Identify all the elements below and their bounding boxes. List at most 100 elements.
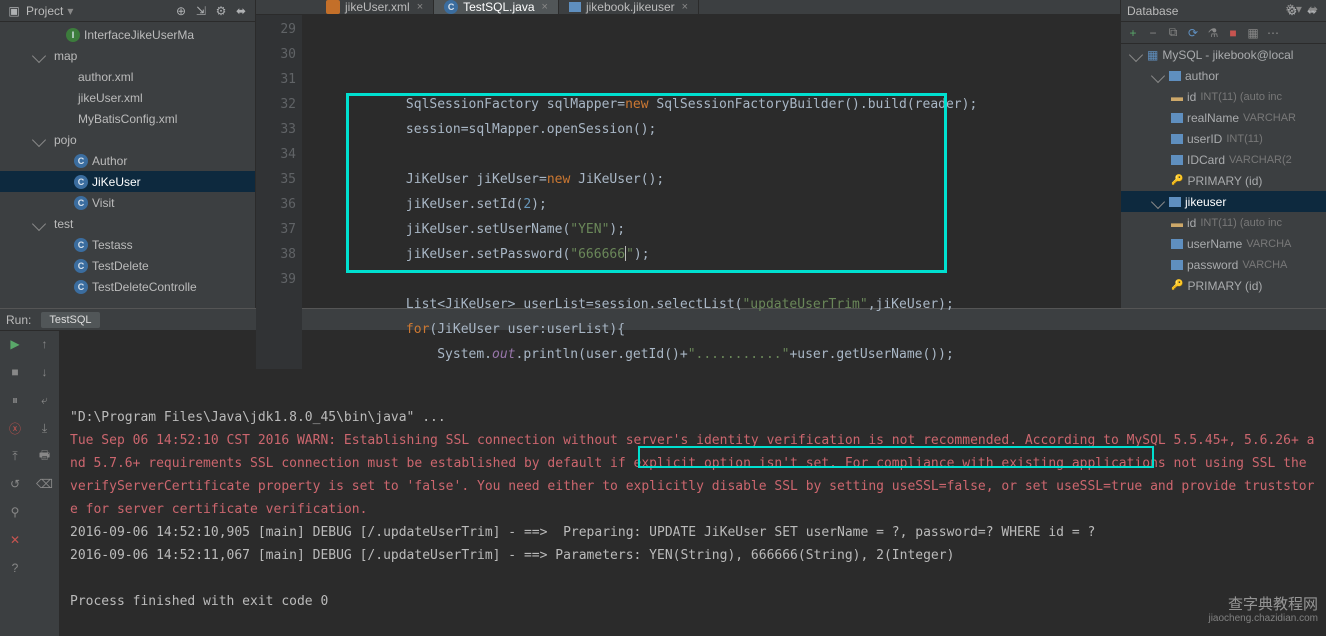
table-icon <box>1169 71 1181 81</box>
console-line: 2016-09-06 14:52:11,067 [main] DEBUG [/.… <box>70 544 1316 567</box>
column-icon <box>1171 155 1183 165</box>
run-panel: Run: TestSQL ⚙▾ ⬌ ▶ ■ ⏸ ⓧ ⤒ ↺ ⚲ ✕ ? ↑ ↓ … <box>0 308 1326 636</box>
exit-button[interactable]: ⓧ <box>6 419 24 437</box>
pause-button[interactable]: ⏸ <box>6 391 24 409</box>
editor-tab[interactable]: jikebook.jikeuser× <box>559 0 699 14</box>
scroll-icon[interactable]: ⇲ <box>193 3 209 19</box>
help-button[interactable]: ? <box>6 559 24 577</box>
stop-sync-icon[interactable]: ■ <box>1225 26 1241 40</box>
rerun-button[interactable]: ▶ <box>6 335 24 353</box>
tree-item[interactable]: MyBatisConfig.xml <box>0 108 255 129</box>
db-tree-item[interactable]: 🔑PRIMARY (id) <box>1121 275 1326 296</box>
project-panel-header: ▣ Project ▾ ⊕ ⇲ ⚙ ⬌ <box>0 0 255 22</box>
tree-item-label: pojo <box>54 133 77 147</box>
tree-item[interactable]: test <box>0 213 255 234</box>
database-toolbar: + − ⧉ ⟳ ⚗ ■ ▦ ⋯ <box>1121 22 1326 44</box>
pin-button[interactable]: ⚲ <box>6 503 24 521</box>
code-line: JiKeUser jiKeUser=new JiKeUser(); <box>312 167 1120 192</box>
chevron-down-icon <box>32 216 46 230</box>
db-tree-item[interactable]: IDCard VARCHAR(2 <box>1121 149 1326 170</box>
up-button[interactable]: ↑ <box>36 335 54 353</box>
primary-key-icon: 🔑 <box>1171 280 1183 291</box>
watermark-text: 查字典教程网 <box>1208 597 1318 614</box>
dump-button[interactable]: ⤒ <box>6 447 24 465</box>
scroll-end-button[interactable]: ⤓ <box>36 419 54 437</box>
watermark-url: jiaocheng.chazidian.com <box>1208 613 1318 624</box>
console-icon[interactable]: ▦ <box>1245 26 1261 40</box>
run-settings-icon[interactable]: ⚙▾ <box>1285 2 1302 16</box>
line-number: 30 <box>256 42 296 67</box>
db-item-label: PRIMARY (id) <box>1187 174 1262 188</box>
tree-item[interactable]: CVisit <box>0 192 255 213</box>
collapse-icon[interactable]: ⊕ <box>173 3 189 19</box>
chevron-down-icon <box>1129 47 1143 61</box>
code-line <box>312 267 1120 292</box>
tree-item[interactable]: CTestDelete <box>0 255 255 276</box>
db-tree-item[interactable]: ▬id INT(11) (auto inc <box>1121 212 1326 233</box>
project-tree: IInterfaceJikeUserMamapauthor.xmljikeUse… <box>0 22 255 299</box>
db-tree-item[interactable]: ▬id INT(11) (auto inc <box>1121 86 1326 107</box>
refresh-icon[interactable]: ⟳ <box>1185 26 1201 40</box>
db-tree-item[interactable]: userID INT(11) <box>1121 128 1326 149</box>
stop-button[interactable]: ■ <box>6 363 24 381</box>
run-tab[interactable]: TestSQL <box>41 312 99 328</box>
tree-item[interactable]: jikeUser.xml <box>0 87 255 108</box>
close-tab-icon[interactable]: × <box>417 1 423 13</box>
code-line: jiKeUser.setUserName("YEN"); <box>312 217 1120 242</box>
xml-file-icon <box>326 0 340 14</box>
dropdown-icon[interactable]: ▾ <box>67 4 73 18</box>
hide-icon[interactable]: ⬌ <box>233 3 249 19</box>
filter-icon[interactable]: ⚗ <box>1205 26 1221 40</box>
db-tree-item[interactable]: userName VARCHA <box>1121 233 1326 254</box>
run-hide-icon[interactable]: ⬌ <box>1308 2 1318 16</box>
tree-item[interactable]: CTestDeleteControlle <box>0 276 255 297</box>
code-line: jiKeUser.setId(2); <box>312 192 1120 217</box>
duplicate-icon[interactable]: ⧉ <box>1165 25 1181 40</box>
db-item-label: id <box>1187 90 1196 104</box>
tree-item[interactable]: CTestass <box>0 234 255 255</box>
file-type-icon: C <box>74 280 88 294</box>
tree-item[interactable]: author.xml <box>0 66 255 87</box>
db-tree-item[interactable]: author <box>1121 65 1326 86</box>
run-panel-tools: ⚙▾ ⬌ <box>1285 2 1318 16</box>
tree-item[interactable]: pojo <box>0 129 255 150</box>
close-tab-icon[interactable]: × <box>682 1 688 13</box>
datasource-root[interactable]: ▦ MySQL - jikebook@local <box>1121 44 1326 65</box>
more-icon[interactable]: ⋯ <box>1265 26 1281 40</box>
restore-button[interactable]: ↺ <box>6 475 24 493</box>
db-item-type: VARCHAR(2 <box>1229 154 1292 166</box>
add-datasource-icon[interactable]: + <box>1125 26 1141 40</box>
console-output[interactable]: "D:\Program Files\Java\jdk1.8.0_45\bin\j… <box>60 331 1326 636</box>
line-number: 34 <box>256 142 296 167</box>
project-icon: ▣ <box>6 3 22 19</box>
tree-item[interactable]: map <box>0 45 255 66</box>
tree-item[interactable]: CJiKeUser <box>0 171 255 192</box>
tab-label: jikeUser.xml <box>345 0 410 14</box>
editor-tab[interactable]: CTestSQL.java× <box>434 0 559 14</box>
down-button[interactable]: ↓ <box>36 363 54 381</box>
tree-item[interactable]: CAuthor <box>0 150 255 171</box>
column-icon <box>1171 239 1183 249</box>
code-line <box>312 142 1120 167</box>
settings-icon[interactable]: ⚙ <box>213 3 229 19</box>
console-line: Process finished with exit code 0 <box>70 590 1316 613</box>
table-icon <box>1169 197 1181 207</box>
code-area[interactable]: SqlSessionFactory sqlMapper=new SqlSessi… <box>302 15 1120 369</box>
run-toolbar-primary: ▶ ■ ⏸ ⓧ ⤒ ↺ ⚲ ✕ ? <box>0 331 30 636</box>
print-button[interactable]: 🖶 <box>36 447 54 465</box>
tree-item[interactable]: IInterfaceJikeUserMa <box>0 24 255 45</box>
tree-item-label: Visit <box>92 196 114 210</box>
close-button[interactable]: ✕ <box>6 531 24 549</box>
remove-icon[interactable]: − <box>1145 26 1161 40</box>
clear-button[interactable]: ⌫ <box>36 475 54 493</box>
soft-wrap-button[interactable]: ⤶ <box>36 391 54 409</box>
code-line: List<JiKeUser> userList=session.selectLi… <box>312 292 1120 317</box>
close-tab-icon[interactable]: × <box>542 1 548 13</box>
editor-tab[interactable]: jikeUser.xml × <box>316 0 434 14</box>
db-tree-item[interactable]: 🔑PRIMARY (id) <box>1121 170 1326 191</box>
chevron-down-icon <box>32 48 46 62</box>
tree-item-label: TestDelete <box>92 259 149 273</box>
db-tree-item[interactable]: jikeuser <box>1121 191 1326 212</box>
db-tree-item[interactable]: realName VARCHAR <box>1121 107 1326 128</box>
db-tree-item[interactable]: password VARCHA <box>1121 254 1326 275</box>
